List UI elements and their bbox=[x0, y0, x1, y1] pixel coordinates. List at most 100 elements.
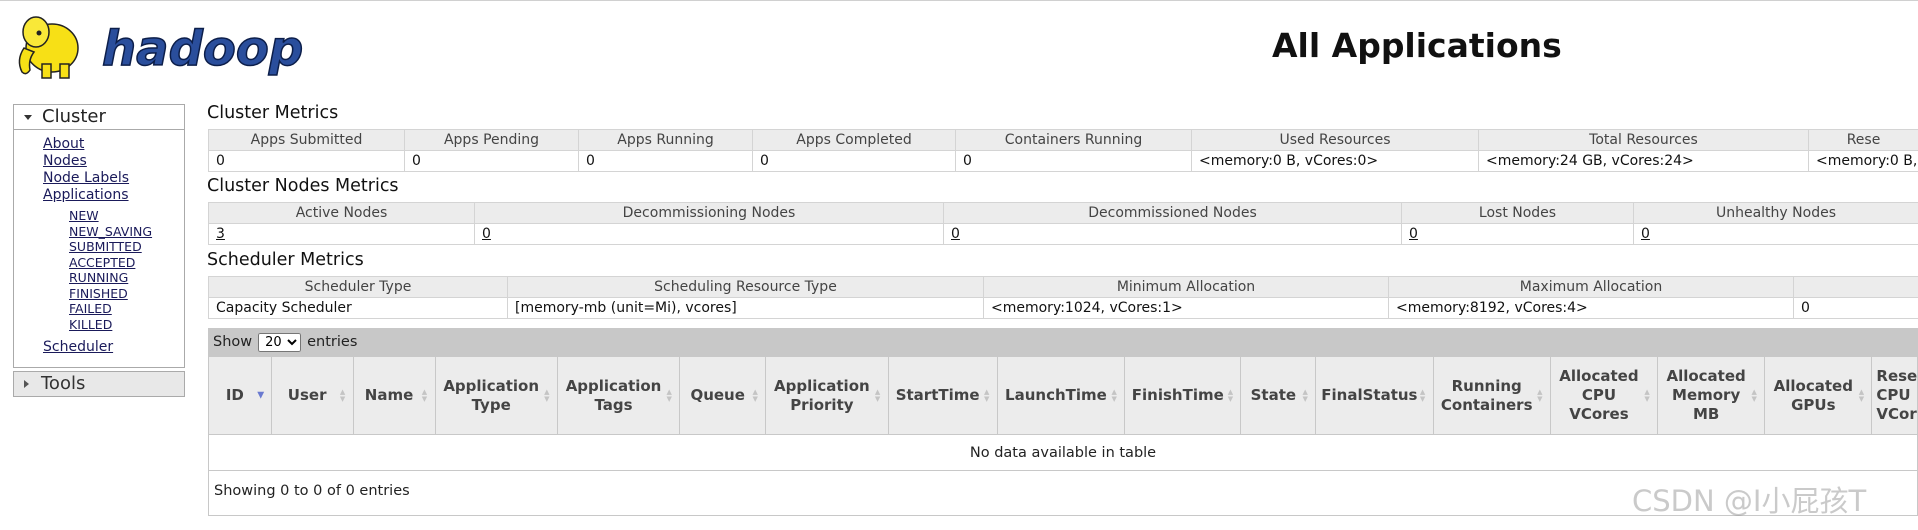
column-header-launch-time[interactable]: LaunchTime ▲ ▼ bbox=[996, 356, 1126, 435]
metrics-value: 0 bbox=[955, 150, 1192, 172]
sort-icon: ▲ ▼ bbox=[752, 387, 758, 403]
metrics-value: [memory-mb (unit=Mi), vcores] bbox=[507, 297, 984, 319]
metrics-header: Containers Running bbox=[955, 129, 1192, 151]
cluster-panel: Cluster About Nodes Node Labels Applicat… bbox=[13, 104, 185, 368]
column-header-label: FinishTime bbox=[1131, 386, 1224, 404]
nav-nodes-link[interactable]: Nodes bbox=[43, 153, 87, 169]
tools-panel[interactable]: Tools bbox=[13, 371, 185, 397]
metrics-header: Active Nodes bbox=[208, 202, 475, 224]
sort-icon: ▲ ▼ bbox=[421, 387, 428, 403]
collapse-arrow-icon bbox=[24, 114, 32, 120]
app-state-finished-link[interactable]: FINISHED bbox=[69, 286, 128, 301]
column-header-queue[interactable]: Queue ▲ ▼ bbox=[679, 356, 767, 435]
column-header-finish-time[interactable]: FinishTime ▲ ▼ bbox=[1124, 356, 1242, 435]
metrics-header: Lost Nodes bbox=[1401, 202, 1634, 224]
metrics-header: Apps Running bbox=[578, 129, 753, 151]
page-title: All Applications bbox=[1272, 26, 1562, 65]
app-state-accepted-link[interactable]: ACCEPTED bbox=[69, 255, 135, 270]
sort-icon: ▲ ▼ bbox=[1858, 387, 1865, 403]
tools-panel-header[interactable]: Tools bbox=[14, 372, 184, 396]
column-header-label: Running Containers bbox=[1440, 376, 1533, 414]
unhealthy-nodes-link[interactable]: 0 bbox=[1641, 226, 1650, 242]
page-size-select[interactable]: 20 bbox=[258, 332, 302, 352]
tools-panel-label: Tools bbox=[41, 373, 86, 394]
column-header-allocated-gpus[interactable]: Allocated GPUs ▲ ▼ bbox=[1764, 356, 1873, 435]
nav-node-labels-link[interactable]: Node Labels bbox=[43, 170, 129, 186]
app-state-new-saving-link[interactable]: NEW_SAVING bbox=[69, 224, 152, 239]
column-header-state[interactable]: State ▲ ▼ bbox=[1240, 356, 1317, 435]
active-nodes-link[interactable]: 3 bbox=[216, 226, 225, 242]
sort-icon: ▲ ▼ bbox=[666, 387, 672, 403]
metrics-value: 0 bbox=[404, 150, 579, 172]
column-header-allocated-cpu-vcores[interactable]: Allocated CPU VCores ▲ ▼ bbox=[1549, 356, 1659, 435]
sort-icon: ▲ ▼ bbox=[1111, 387, 1117, 403]
app-state-killed-link[interactable]: KILLED bbox=[69, 317, 112, 332]
table-row: No data available in table bbox=[208, 434, 1918, 471]
cluster-nav: About Nodes Node Labels Applications NEW… bbox=[14, 130, 184, 332]
metrics-value: 0 bbox=[1793, 297, 1918, 319]
app-state-running-link[interactable]: RUNNING bbox=[69, 270, 128, 285]
column-header-start-time[interactable]: StartTime ▲ ▼ bbox=[887, 356, 998, 435]
column-header-allocated-memory-mb[interactable]: Allocated Memory MB ▲ ▼ bbox=[1657, 356, 1766, 435]
nav-scheduler-link[interactable]: Scheduler bbox=[43, 339, 113, 355]
column-header-name[interactable]: Name ▲ ▼ bbox=[352, 356, 436, 435]
sort-icon: ▲ ▼ bbox=[984, 387, 990, 403]
metrics-header: Decommissioning Nodes bbox=[474, 202, 944, 224]
metrics-header: Apps Completed bbox=[752, 129, 956, 151]
apps-table-toolbar: Show 20 entries bbox=[208, 328, 1918, 356]
cluster-metrics-table: Apps Submitted Apps Pending Apps Running… bbox=[208, 129, 1918, 172]
column-header-application-tags[interactable]: Application Tags ▲ ▼ bbox=[556, 356, 681, 435]
metrics-header: Maximum Allocation bbox=[1388, 276, 1794, 298]
column-header-label: Application Type bbox=[443, 376, 540, 414]
expand-arrow-icon bbox=[24, 380, 29, 388]
metrics-header: Minimum Allocation bbox=[983, 276, 1389, 298]
scheduler-metrics-title: Scheduler Metrics bbox=[207, 250, 364, 270]
cluster-metrics-title: Cluster Metrics bbox=[207, 103, 339, 123]
column-header-application-priority[interactable]: Application Priority ▲ ▼ bbox=[765, 356, 889, 435]
column-header-label: Reserved CPU VCores bbox=[1876, 367, 1918, 423]
column-header-label: StartTime bbox=[895, 386, 980, 404]
column-header-user[interactable]: User ▲ ▼ bbox=[270, 356, 354, 435]
column-header-id[interactable]: ID ▼ bbox=[208, 356, 272, 435]
decommissioned-nodes-link[interactable]: 0 bbox=[951, 226, 960, 242]
column-header-final-status[interactable]: FinalStatus ▲ ▼ bbox=[1315, 356, 1434, 435]
column-header-running-containers[interactable]: Running Containers ▲ ▼ bbox=[1432, 356, 1551, 435]
app-state-new-link[interactable]: NEW bbox=[69, 208, 99, 223]
nodes-metrics-table: Active Nodes Decommissioning Nodes Decom… bbox=[208, 202, 1918, 245]
column-header-reserved-cpu-vcores[interactable]: Reserved CPU VCores bbox=[1871, 356, 1918, 435]
column-header-label: Application Priority bbox=[774, 376, 870, 414]
column-header-label: Allocated CPU VCores bbox=[1559, 367, 1639, 423]
sort-icon: ▲ ▼ bbox=[1751, 387, 1757, 403]
app-state-failed-link[interactable]: FAILED bbox=[69, 301, 112, 316]
hadoop-logo: hadoop bbox=[18, 16, 304, 79]
sort-icon: ▲ ▼ bbox=[1537, 387, 1543, 403]
metrics-value: Capacity Scheduler bbox=[208, 297, 508, 319]
metrics-value: <memory:1024, vCores:1> bbox=[983, 297, 1389, 319]
column-header-label: Name bbox=[364, 386, 414, 404]
lost-nodes-link[interactable]: 0 bbox=[1409, 226, 1418, 242]
column-header-label: Allocated Memory MB bbox=[1666, 367, 1746, 423]
metrics-value: 0 bbox=[578, 150, 753, 172]
watermark-text: CSDN @I小屁孩T bbox=[1632, 484, 1867, 518]
app-state-submitted-link[interactable]: SUBMITTED bbox=[69, 239, 142, 254]
metrics-header: Rese bbox=[1808, 129, 1918, 151]
decommissioning-nodes-link[interactable]: 0 bbox=[482, 226, 491, 242]
column-header-label: Allocated GPUs bbox=[1773, 376, 1853, 414]
nav-applications-link[interactable]: Applications bbox=[43, 187, 129, 203]
sort-icon: ▲ ▼ bbox=[1302, 387, 1308, 403]
column-header-label: LaunchTime bbox=[1005, 386, 1107, 404]
column-header-application-type[interactable]: Application Type ▲ ▼ bbox=[434, 356, 558, 435]
column-header-label: Application Tags bbox=[565, 376, 662, 414]
metrics-header: Unhealthy Nodes bbox=[1633, 202, 1918, 224]
svg-text:hadoop: hadoop bbox=[102, 21, 303, 77]
applications-table: ID ▼ User ▲ ▼ Name ▲ ▼ Application Type ▲ ▼ App… bbox=[208, 356, 1918, 471]
cluster-panel-header[interactable]: Cluster bbox=[14, 105, 184, 130]
metrics-header: Apps Pending bbox=[404, 129, 579, 151]
column-header-label: ID bbox=[225, 386, 244, 404]
sort-desc-icon: ▼ bbox=[257, 390, 265, 400]
metrics-value: 0 bbox=[208, 150, 405, 172]
nav-about-link[interactable]: About bbox=[43, 136, 84, 152]
entries-label: entries bbox=[307, 334, 358, 350]
column-header-label: Queue bbox=[690, 386, 745, 404]
sort-icon: ▲ ▼ bbox=[1227, 387, 1234, 403]
